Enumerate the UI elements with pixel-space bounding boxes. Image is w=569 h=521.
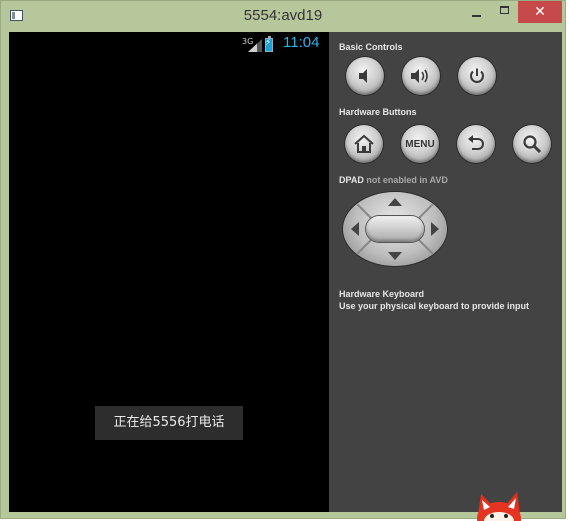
- controls-panel: Basic Controls Hardware Buttons MENU DPA…: [329, 32, 562, 512]
- calling-toast: 正在给5556打电话: [95, 406, 243, 440]
- keyboard-title: Hardware Keyboard: [339, 289, 425, 299]
- keyboard-hint: Hardware Keyboard Use your physical keyb…: [339, 288, 529, 312]
- back-icon: [468, 135, 484, 150]
- basic-controls-heading: Basic Controls: [339, 42, 403, 52]
- home-button[interactable]: [345, 125, 383, 163]
- power-icon: [470, 68, 484, 83]
- volume-up-icon: [411, 69, 428, 83]
- dpad-left-arrow-icon[interactable]: [351, 222, 359, 236]
- menu-button[interactable]: MENU: [401, 125, 439, 163]
- volume-down-button[interactable]: [346, 57, 384, 95]
- dpad-right-arrow-icon[interactable]: [431, 222, 439, 236]
- status-bar: 3G 11:04: [9, 32, 329, 57]
- close-button[interactable]: ✕: [518, 1, 562, 23]
- volume-down-icon: [359, 69, 367, 83]
- emulator-window: 5554:avd19 ✕ 3G 11:04 正在给5556打电话 Basic C…: [0, 0, 566, 519]
- menu-button-label: MENU: [405, 138, 435, 150]
- power-button[interactable]: [458, 57, 496, 95]
- fox-mascot-icon: [477, 492, 521, 521]
- emulator-screen[interactable]: 3G 11:04 正在给5556打电话: [9, 32, 329, 512]
- dpad-down-arrow-icon[interactable]: [388, 252, 402, 260]
- status-clock: 11:04: [283, 34, 320, 51]
- dpad-control[interactable]: [343, 192, 447, 266]
- dpad-status: not enabled in AVD: [366, 175, 448, 185]
- title-bar[interactable]: 5554:avd19 ✕: [1, 1, 565, 32]
- dpad-heading: DPAD not enabled in AVD: [339, 175, 448, 185]
- search-icon: [523, 135, 542, 154]
- search-button[interactable]: [513, 125, 551, 163]
- home-icon: [354, 134, 374, 153]
- maximize-button[interactable]: [491, 1, 519, 23]
- dpad-center-button[interactable]: [366, 216, 424, 242]
- back-button[interactable]: [457, 125, 495, 163]
- dpad-up-arrow-icon[interactable]: [388, 198, 402, 206]
- minimize-button[interactable]: [463, 1, 491, 23]
- battery-charging-icon: [265, 36, 273, 52]
- hardware-buttons-heading: Hardware Buttons: [339, 107, 417, 117]
- keyboard-description: Use your physical keyboard to provide in…: [339, 301, 530, 311]
- signal-strength-icon: [248, 39, 262, 52]
- dpad-label: DPAD: [339, 175, 364, 185]
- volume-up-button[interactable]: [402, 57, 440, 95]
